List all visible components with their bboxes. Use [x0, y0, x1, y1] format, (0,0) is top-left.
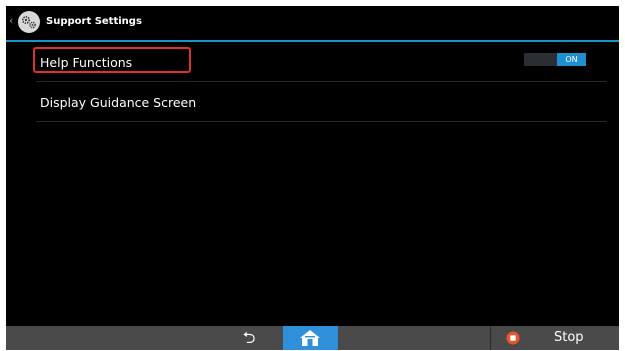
list-item-display-guidance-screen[interactable]: Display Guidance Screen: [36, 86, 606, 122]
chevron-left-icon[interactable]: ‹: [9, 15, 13, 27]
toggle-on-label: ON: [557, 53, 586, 66]
gear-icon[interactable]: [17, 10, 41, 34]
help-functions-highlight: [33, 47, 191, 73]
page-title: Support Settings: [46, 16, 142, 27]
home-button[interactable]: [283, 326, 338, 350]
divider: [36, 121, 606, 122]
header-divider: [6, 40, 619, 42]
back-button[interactable]: ⮌: [229, 326, 269, 350]
divider: [36, 81, 606, 82]
device-screen: ‹ Support Settings Help Functions ON Dis…: [6, 6, 619, 350]
stop-button[interactable]: Stop: [554, 329, 584, 347]
help-functions-toggle[interactable]: ON: [524, 53, 586, 66]
back-arrow-icon: ⮌: [242, 328, 256, 347]
list-item-label: Display Guidance Screen: [40, 95, 197, 110]
bottom-bar: ⮌ Stop: [6, 326, 619, 350]
header-bar: ‹ Support Settings: [6, 6, 619, 40]
stop-icon[interactable]: [506, 331, 520, 345]
home-icon: [300, 330, 320, 346]
divider: [490, 326, 491, 350]
